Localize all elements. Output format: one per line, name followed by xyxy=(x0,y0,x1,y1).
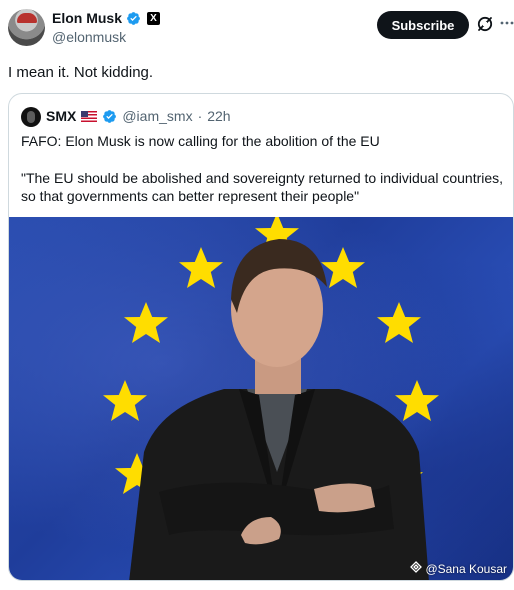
binance-diamond-icon xyxy=(410,561,423,576)
eu-star xyxy=(124,302,168,343)
eu-star-circle xyxy=(103,217,439,580)
quote-timestamp[interactable]: 22h xyxy=(207,108,230,124)
author-name[interactable]: Elon Musk xyxy=(52,10,122,26)
tweet-text: I mean it. Not kidding. xyxy=(8,64,154,81)
person-figure xyxy=(129,239,429,580)
author-handle[interactable]: @elonmusk xyxy=(52,29,126,45)
author-name-row: Elon Musk X xyxy=(52,10,161,26)
us-flag-icon xyxy=(81,110,98,122)
quoted-tweet-card[interactable]: SMX @iam_smx · 22h FAFO: Elon Musk is no… xyxy=(8,93,514,581)
subscribe-button[interactable]: Subscribe xyxy=(377,11,469,39)
quote-author-row: SMX @iam_smx · 22h xyxy=(46,108,231,124)
grok-icon[interactable] xyxy=(476,15,494,33)
verified-badge-icon[interactable] xyxy=(126,11,141,26)
quote-headline: FAFO: Elon Musk is now calling for the a… xyxy=(21,133,380,149)
eu-star xyxy=(103,380,147,421)
quote-media-image[interactable]: @Sana Kousar xyxy=(9,217,513,580)
verified-badge-icon[interactable] xyxy=(102,109,117,124)
eu-star xyxy=(377,302,421,343)
separator-dot: · xyxy=(197,108,203,124)
author-avatar[interactable] xyxy=(8,9,45,46)
quote-author-handle[interactable]: @iam_smx xyxy=(122,108,192,124)
eu-star xyxy=(395,380,439,421)
x-affiliate-badge-icon[interactable]: X xyxy=(147,11,161,25)
eu-star xyxy=(179,247,223,288)
quote-body: "The EU should be abolished and sovereig… xyxy=(21,170,504,204)
watermark-text: @Sana Kousar xyxy=(425,561,507,576)
eu-star xyxy=(321,247,365,288)
quote-author-avatar[interactable] xyxy=(21,107,41,127)
more-dots-icon[interactable] xyxy=(500,13,514,33)
quote-author-name[interactable]: SMX xyxy=(46,108,76,124)
media-watermark: @Sana Kousar xyxy=(410,561,507,576)
